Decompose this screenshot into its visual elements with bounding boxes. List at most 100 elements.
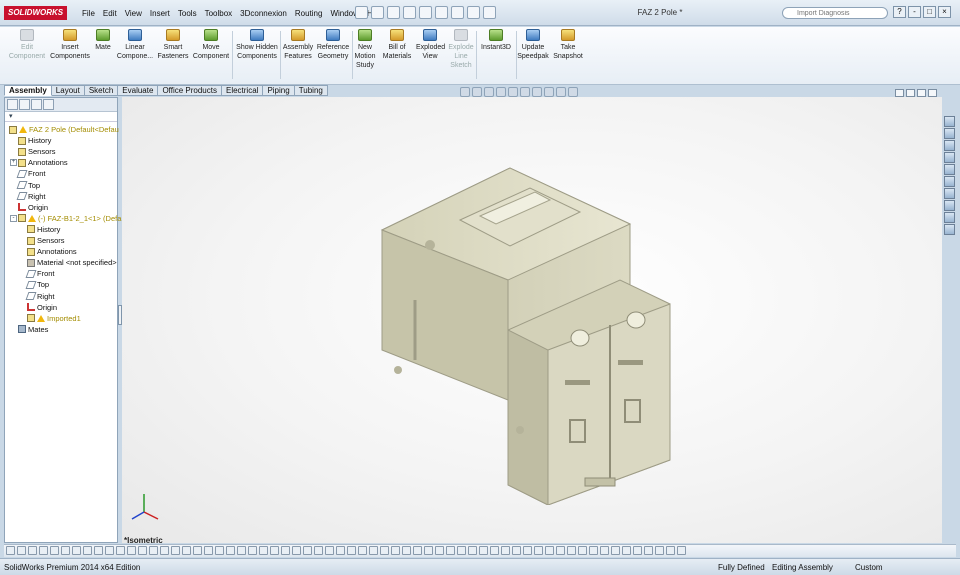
tab-tubing[interactable]: Tubing xyxy=(294,85,328,96)
toolbox-icon[interactable] xyxy=(944,200,955,211)
bottom-toolbar-tool-icon[interactable] xyxy=(149,546,158,555)
insert-components-button[interactable]: Insert Components xyxy=(50,29,90,61)
tree-item-imported1[interactable]: Imported1 xyxy=(27,313,81,324)
assembly-features-button[interactable]: Assembly Features xyxy=(282,29,314,61)
bottom-toolbar-tool-icon[interactable] xyxy=(644,546,653,555)
tab-electrical[interactable]: Electrical xyxy=(221,85,264,96)
bottom-toolbar-tool-icon[interactable] xyxy=(314,546,323,555)
menu-toolbox[interactable]: Toolbox xyxy=(201,8,237,20)
menu-view[interactable]: View xyxy=(121,8,146,20)
tree-item-right[interactable]: Right xyxy=(16,191,46,202)
apply-scene-icon[interactable] xyxy=(556,87,566,97)
tree-item-origin[interactable]: Origin xyxy=(27,302,57,313)
bottom-toolbar-tool-icon[interactable] xyxy=(479,546,488,555)
tree-item-history[interactable]: History xyxy=(27,224,60,235)
undo-icon[interactable] xyxy=(419,6,432,19)
bottom-toolbar-tool-icon[interactable] xyxy=(457,546,466,555)
edit-component-button[interactable]: Edit Component xyxy=(6,29,48,61)
menu-edit[interactable]: Edit xyxy=(99,8,121,20)
linear-compone-button[interactable]: Linear Compone... xyxy=(116,29,154,61)
bottom-toolbar-tool-icon[interactable] xyxy=(578,546,587,555)
bottom-toolbar-tool-icon[interactable] xyxy=(446,546,455,555)
update-speedpak-button[interactable]: Update Speedpak xyxy=(516,29,550,61)
tree-item-top[interactable]: Top xyxy=(25,279,49,290)
bottom-toolbar-tool-icon[interactable] xyxy=(490,546,499,555)
bottom-toolbar-tool-icon[interactable] xyxy=(534,546,543,555)
bottom-toolbar-tool-icon[interactable] xyxy=(248,546,257,555)
bottom-toolbar-tool-icon[interactable] xyxy=(61,546,70,555)
search-results-icon[interactable] xyxy=(944,188,955,199)
save-icon[interactable] xyxy=(387,6,400,19)
explode-line-sketch-button[interactable]: Explode Line Sketch xyxy=(448,29,474,70)
exploded-view-button[interactable]: Exploded View xyxy=(416,29,445,61)
view-settings-icon[interactable] xyxy=(568,87,578,97)
bottom-toolbar-tool-icon[interactable] xyxy=(413,546,422,555)
tree-item-front[interactable]: Front xyxy=(25,268,55,279)
maximize-button[interactable]: □ xyxy=(923,6,936,18)
tree-item-top[interactable]: Top xyxy=(16,180,40,191)
help-button[interactable]: ? xyxy=(893,6,906,18)
tree-item-mates[interactable]: Mates xyxy=(18,324,48,335)
bottom-toolbar-tool-icon[interactable] xyxy=(468,546,477,555)
file-properties-icon[interactable] xyxy=(467,6,480,19)
bottom-toolbar-tool-icon[interactable] xyxy=(138,546,147,555)
solidworks-logo[interactable]: SOLIDWORKS xyxy=(4,6,68,20)
menu-routing[interactable]: Routing xyxy=(291,8,327,20)
bottom-toolbar-tool-icon[interactable] xyxy=(611,546,620,555)
bottom-toolbar-tool-icon[interactable] xyxy=(402,546,411,555)
tab-evaluate[interactable]: Evaluate xyxy=(118,85,159,96)
bottom-toolbar-tool-icon[interactable] xyxy=(369,546,378,555)
bottom-toolbar-tool-icon[interactable] xyxy=(281,546,290,555)
bottom-toolbar-tool-icon[interactable] xyxy=(336,546,345,555)
expand-toggle-icon[interactable]: + xyxy=(10,159,17,167)
bill-of-materials-button[interactable]: Bill of Materials xyxy=(382,29,412,61)
custom-properties-icon[interactable] xyxy=(944,176,955,187)
bottom-toolbar-tool-icon[interactable] xyxy=(347,546,356,555)
bottom-toolbar-tool-icon[interactable] xyxy=(666,546,675,555)
tree-item-front[interactable]: Front xyxy=(16,168,46,179)
bottom-toolbar-tool-icon[interactable] xyxy=(512,546,521,555)
tree-item-annotations[interactable]: + Annotations xyxy=(10,157,68,168)
bottom-toolbar-tool-icon[interactable] xyxy=(259,546,268,555)
tab-assembly[interactable]: Assembly xyxy=(4,85,52,96)
tree-item-sensors[interactable]: Sensors xyxy=(27,235,65,246)
bottom-toolbar-tool-icon[interactable] xyxy=(435,546,444,555)
tree-item-sensors[interactable]: Sensors xyxy=(18,146,56,157)
menu-tools[interactable]: Tools xyxy=(174,8,201,20)
display-style-icon[interactable] xyxy=(520,87,530,97)
previous-view-icon[interactable] xyxy=(484,87,494,97)
bottom-toolbar-tool-icon[interactable] xyxy=(633,546,642,555)
show-hidden-components-button[interactable]: Show Hidden Components xyxy=(236,29,278,61)
filter-icon[interactable]: ▾ xyxy=(5,112,117,122)
instant3d-button[interactable]: Instant3D xyxy=(478,29,514,52)
section-view-icon[interactable] xyxy=(496,87,506,97)
status-units[interactable]: Custom xyxy=(855,563,883,572)
bottom-toolbar-tool-icon[interactable] xyxy=(193,546,202,555)
file-explorer-icon[interactable] xyxy=(944,140,955,151)
bottom-toolbar-tool-icon[interactable] xyxy=(50,546,59,555)
bottom-toolbar-tool-icon[interactable] xyxy=(237,546,246,555)
bottom-toolbar-tool-icon[interactable] xyxy=(160,546,169,555)
bottom-toolbar-tool-icon[interactable] xyxy=(325,546,334,555)
bottom-toolbar-tool-icon[interactable] xyxy=(6,546,15,555)
tree-item-origin[interactable]: Origin xyxy=(18,202,48,213)
bottom-toolbar-tool-icon[interactable] xyxy=(28,546,37,555)
bottom-toolbar-tool-icon[interactable] xyxy=(391,546,400,555)
search-input[interactable] xyxy=(782,7,888,19)
appearances-icon[interactable] xyxy=(944,164,955,175)
new-document-icon[interactable] xyxy=(355,6,368,19)
bottom-toolbar-tool-icon[interactable] xyxy=(17,546,26,555)
bottom-toolbar-tool-icon[interactable] xyxy=(105,546,114,555)
tree-item-annotations[interactable]: Annotations xyxy=(27,246,77,257)
print-icon[interactable] xyxy=(403,6,416,19)
hide-show-items-icon[interactable] xyxy=(532,87,542,97)
tree-item-faz-b1-2-1-1-defa[interactable]: - (-) FAZ-B1-2_1<1> (Defa xyxy=(10,213,121,224)
tab-piping[interactable]: Piping xyxy=(263,85,295,96)
tree-item-faz-2-pole-default-defau[interactable]: FAZ 2 Pole (Default<Defau xyxy=(9,124,119,135)
bottom-toolbar-tool-icon[interactable] xyxy=(94,546,103,555)
tab-sketch[interactable]: Sketch xyxy=(84,85,119,96)
rebuild-icon[interactable] xyxy=(451,6,464,19)
electrical-icon[interactable] xyxy=(944,224,955,235)
viewport-close-icon[interactable] xyxy=(928,89,937,97)
bottom-toolbar-tool-icon[interactable] xyxy=(655,546,664,555)
